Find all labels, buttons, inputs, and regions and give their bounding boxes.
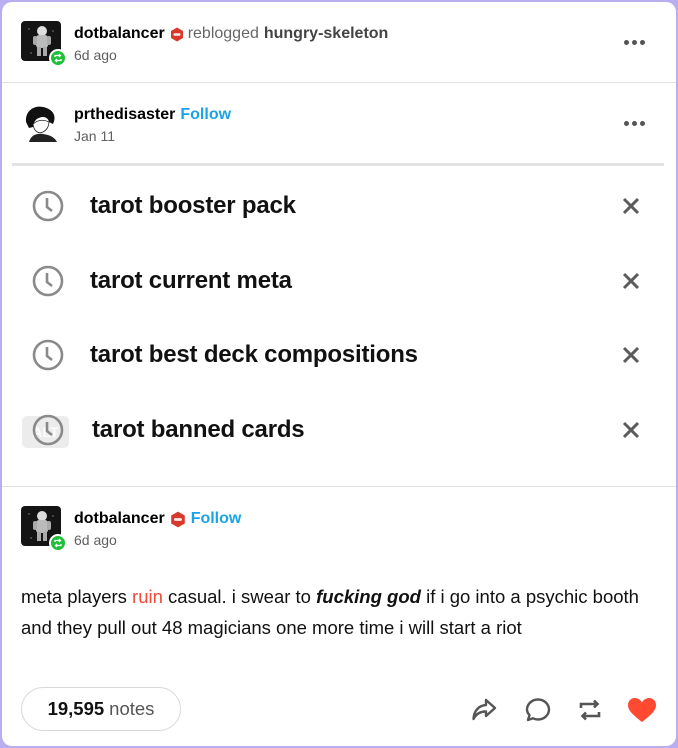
like-icon (628, 698, 656, 722)
more-dot (639, 120, 645, 126)
more-dot (631, 39, 637, 45)
search-suggestion-row: tarot banned cards (12, 400, 664, 460)
clock-icon (32, 190, 64, 222)
more-dot (631, 120, 637, 126)
anime-boy-avatar-image (21, 102, 61, 142)
timestamp[interactable]: 6d ago (74, 47, 388, 63)
blogname-link[interactable]: dotbalancer (74, 510, 165, 528)
follow-button[interactable]: Follow (191, 510, 242, 528)
more-options-button[interactable] (622, 30, 646, 54)
reply-icon (525, 698, 551, 722)
reblog-post-header: dotbalancer Follow 6d ago (2, 486, 676, 566)
more-dots-icon (623, 120, 629, 126)
like-button[interactable] (627, 696, 657, 724)
reblog-badge-icon (49, 49, 67, 67)
text-segment: meta players (21, 586, 133, 607)
bold-italic-text: fucking god (316, 586, 421, 607)
original-meta: prthedisaster Follow Jan 11 (74, 104, 231, 144)
search-history-image[interactable]: tarot booster pack tarot current meta ta… (12, 163, 664, 488)
notes-button[interactable]: 19,595 notes (21, 687, 181, 731)
reblog-header: dotbalancer reblogged hungry-skeleton 6d… (2, 2, 676, 82)
original-post-header: prthedisaster Follow Jan 11 (2, 82, 676, 162)
timestamp[interactable]: 6d ago (74, 532, 241, 548)
clock-icon (32, 414, 64, 446)
notes-count: 19,595 (47, 698, 105, 719)
text-segment: casual. i swear to (162, 586, 317, 607)
avatar-dotbalancer[interactable] (21, 21, 67, 67)
blogname-link[interactable]: dotbalancer (74, 25, 165, 43)
close-icon (622, 272, 640, 290)
follow-button[interactable]: Follow (180, 106, 231, 124)
more-dot (639, 39, 645, 45)
hexagon-badge-icon (170, 511, 186, 528)
search-query: tarot current meta (90, 267, 292, 294)
avatar-prthedisaster[interactable] (21, 102, 61, 142)
blogname-link[interactable]: prthedisaster (74, 106, 175, 124)
reblog-post-meta: dotbalancer Follow 6d ago (74, 508, 241, 548)
reblog-button[interactable] (575, 696, 605, 724)
close-icon (622, 346, 640, 364)
search-query: tarot banned cards (92, 416, 305, 443)
avatar-dotbalancer[interactable] (21, 506, 67, 552)
reply-button[interactable] (523, 696, 553, 724)
hexagon-badge-icon (170, 27, 184, 42)
red-text: ruin (132, 586, 163, 607)
search-suggestion-row: tarot booster pack (12, 176, 664, 236)
reblogged-label: reblogged (187, 25, 259, 42)
reblog-badge-icon (49, 534, 67, 552)
notes-label: notes (109, 698, 155, 719)
reblog-meta: dotbalancer reblogged hungry-skeleton 6d… (74, 23, 388, 63)
share-icon (472, 698, 497, 721)
search-query: tarot best deck compositions (90, 341, 418, 368)
reblog-icon (579, 699, 601, 721)
timestamp[interactable]: Jan 11 (74, 128, 231, 144)
post-card: dotbalancer reblogged hungry-skeleton 6d… (2, 2, 676, 746)
post-footer: 19,595 notes (2, 672, 676, 746)
search-suggestion-row: tarot current meta (12, 251, 664, 311)
more-options-button[interactable] (622, 111, 646, 135)
close-icon (622, 421, 640, 439)
clock-icon (32, 339, 64, 371)
search-suggestion-row: tarot best deck compositions (12, 325, 664, 385)
post-body-text: meta players ruin casual. i swear to fuc… (21, 581, 661, 643)
close-icon (622, 197, 640, 215)
more-dots-icon (623, 39, 629, 45)
source-blog-link[interactable]: hungry-skeleton (264, 25, 388, 43)
clock-icon (32, 265, 64, 297)
share-button[interactable] (469, 696, 499, 724)
search-query: tarot booster pack (90, 192, 296, 219)
